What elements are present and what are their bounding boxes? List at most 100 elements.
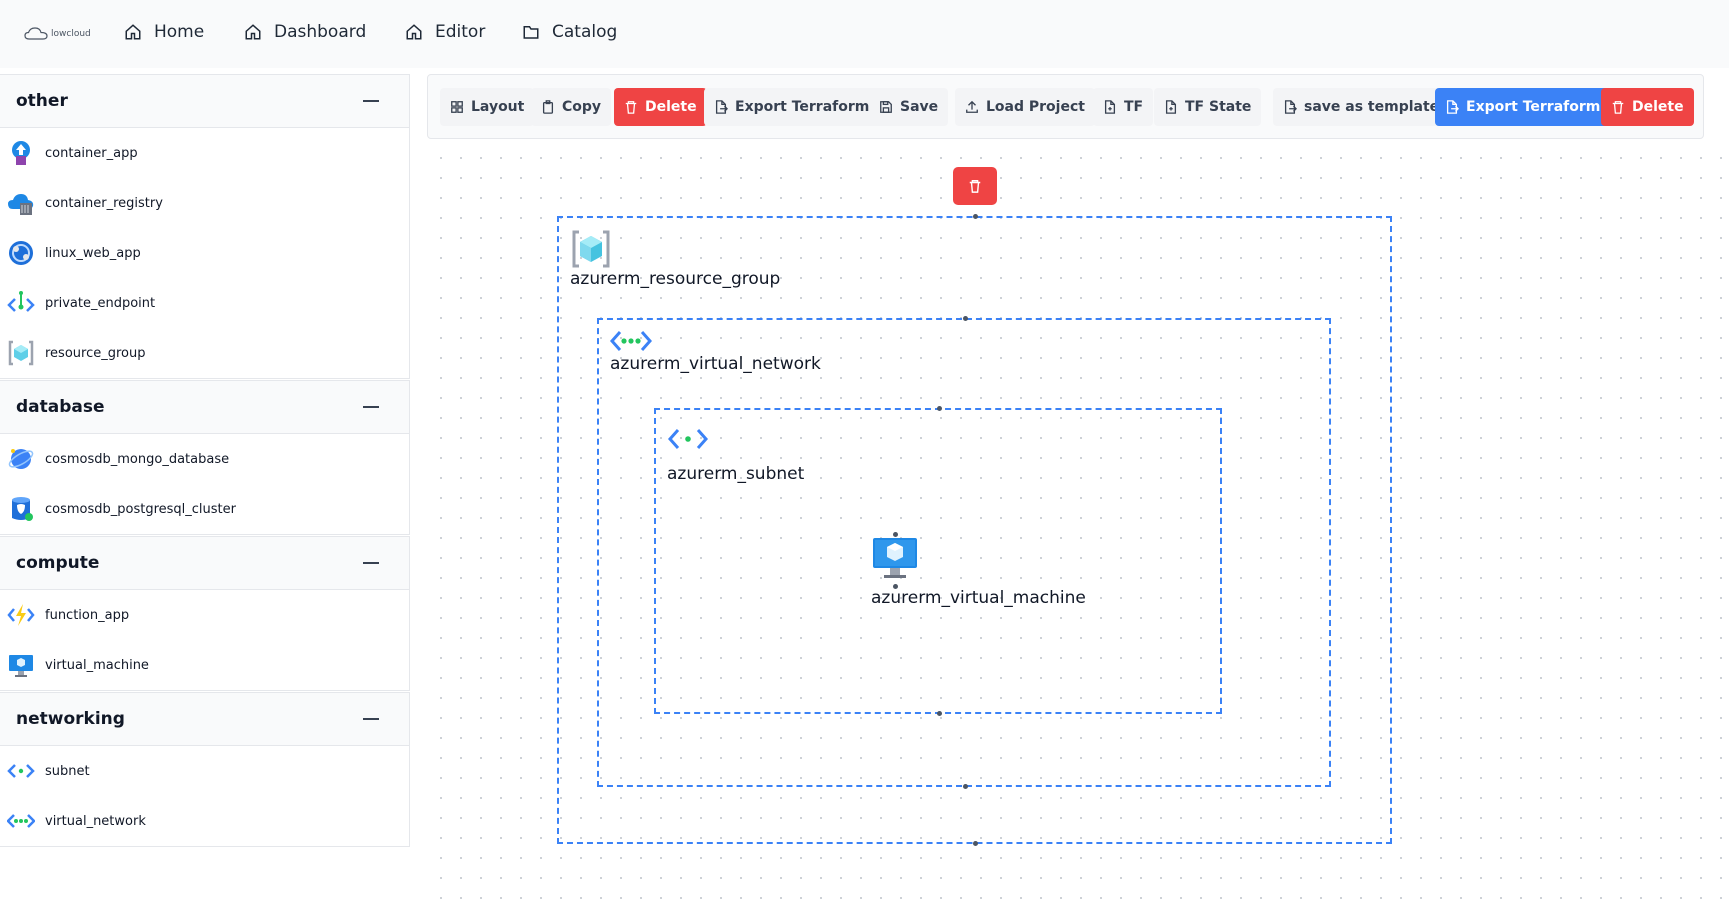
- nav-catalog[interactable]: Catalog: [522, 22, 617, 42]
- cosmosdb-icon: [6, 444, 36, 474]
- sidebar-item-label: cosmosdb_mongo_database: [45, 451, 230, 467]
- save-button[interactable]: Save: [869, 88, 949, 126]
- home-icon: [125, 24, 141, 40]
- save-as-template-button[interactable]: save as template: [1273, 88, 1450, 126]
- collapse-icon[interactable]: [363, 406, 379, 408]
- resource-group-icon: [6, 338, 36, 368]
- copy-button[interactable]: Copy: [531, 88, 612, 126]
- connection-handle[interactable]: [973, 841, 978, 846]
- file-export-icon: [715, 100, 728, 114]
- connection-handle[interactable]: [937, 406, 942, 411]
- group-header-database[interactable]: database: [0, 381, 409, 434]
- layout-label: Layout: [471, 99, 525, 115]
- sidebar-item-container-registry[interactable]: container_registry: [0, 178, 409, 228]
- tf-button[interactable]: TF: [1093, 88, 1154, 126]
- group-networking: networking subnet virtual_network: [0, 692, 410, 847]
- sidebar-item-cosmosdb-mongo-database[interactable]: cosmosdb_mongo_database: [0, 434, 409, 484]
- node-delete-button[interactable]: [953, 167, 997, 205]
- private-endpoint-icon: [6, 288, 36, 318]
- virtual-machine-icon: [871, 536, 919, 588]
- collapse-icon[interactable]: [363, 562, 379, 564]
- node-label: azurerm_virtual_machine: [871, 588, 1086, 608]
- group-title: compute: [16, 553, 100, 573]
- brand-name: lowcloud: [51, 29, 91, 39]
- sidebar-item-virtual-network[interactable]: virtual_network: [0, 796, 409, 846]
- sidebar-item-private-endpoint[interactable]: private_endpoint: [0, 278, 409, 328]
- sidebar-item-label: virtual_network: [45, 813, 146, 829]
- node-subnet[interactable]: azurerm_subnet: [654, 406, 1222, 716]
- sidebar-item-label: linux_web_app: [45, 245, 141, 261]
- export-terraform-button[interactable]: Export Terraform: [704, 88, 880, 126]
- sidebar-item-label: cosmosdb_postgresql_cluster: [45, 501, 237, 517]
- file-icon: [1165, 100, 1177, 114]
- nav-dashboard[interactable]: Dashboard: [244, 22, 366, 42]
- resource-group-icon: [571, 230, 611, 272]
- connection-handle[interactable]: [893, 532, 898, 537]
- connection-handle[interactable]: [937, 711, 942, 716]
- connection-handle[interactable]: [963, 316, 968, 321]
- web-app-icon: [6, 238, 36, 268]
- export-terraform-label: Export Terraform: [735, 99, 870, 115]
- sidebar-item-cosmosdb-postgresql-cluster[interactable]: cosmosdb_postgresql_cluster: [0, 484, 409, 534]
- sidebar-item-label: subnet: [45, 763, 90, 779]
- trash-icon: [1612, 101, 1624, 114]
- sidebar-item-resource-group[interactable]: resource_group: [0, 328, 409, 378]
- group-title: other: [16, 91, 68, 111]
- layout-button[interactable]: Layout: [440, 88, 535, 126]
- group-header-other[interactable]: other: [0, 75, 409, 128]
- collapse-icon[interactable]: [363, 100, 379, 102]
- sidebar-item-label: function_app: [45, 607, 130, 623]
- home-icon: [406, 24, 422, 40]
- file-icon: [1104, 100, 1116, 114]
- clipboard-icon: [542, 100, 554, 114]
- node-virtual-machine[interactable]: [871, 532, 919, 589]
- container-registry-icon: [6, 188, 36, 218]
- nav-catalog-label: Catalog: [552, 22, 618, 42]
- brand-logo[interactable]: lowcloud: [24, 27, 91, 41]
- sidebar-item-container-app[interactable]: container_app: [0, 128, 409, 178]
- folder-icon: [523, 26, 539, 39]
- copy-label: Copy: [562, 99, 602, 115]
- trash-icon: [969, 180, 981, 193]
- subnet-icon: [667, 427, 709, 455]
- tf-state-button[interactable]: TF State: [1154, 88, 1262, 126]
- sidebar-item-label: virtual_machine: [45, 657, 149, 673]
- node-label: azurerm_resource_group: [570, 269, 781, 289]
- group-header-networking[interactable]: networking: [0, 693, 409, 746]
- trash-icon: [625, 101, 637, 114]
- group-title: database: [16, 397, 105, 417]
- virtual-machine-icon: [6, 650, 36, 680]
- virtual-network-icon: [6, 806, 36, 836]
- grid-icon: [451, 101, 463, 113]
- delete-button-secondary[interactable]: Delete: [1601, 88, 1694, 126]
- virtual-network-icon: [609, 329, 653, 357]
- nav-editor-label: Editor: [435, 22, 486, 42]
- connection-handle[interactable]: [963, 784, 968, 789]
- connection-handle[interactable]: [973, 214, 978, 219]
- export-terraform-primary-button[interactable]: Export Terraform: [1435, 88, 1611, 126]
- editor-toolbar: Layout Copy Delete Export Terraform Save…: [427, 74, 1704, 139]
- group-header-compute[interactable]: compute: [0, 537, 409, 590]
- load-project-button[interactable]: Load Project: [955, 88, 1095, 126]
- file-export-icon: [1284, 100, 1297, 114]
- nav-editor[interactable]: Editor: [405, 22, 485, 42]
- sidebar-item-label: private_endpoint: [45, 295, 156, 311]
- delete-button[interactable]: Delete: [614, 88, 707, 126]
- collapse-icon[interactable]: [363, 718, 379, 720]
- save-as-template-label: save as template: [1304, 99, 1440, 115]
- home-icon: [245, 24, 261, 40]
- component-sidebar: other container_app container_registry l…: [0, 74, 410, 847]
- export-terraform-primary-label: Export Terraform: [1466, 99, 1601, 115]
- sidebar-item-subnet[interactable]: subnet: [0, 746, 409, 796]
- sidebar-item-function-app[interactable]: function_app: [0, 590, 409, 640]
- sidebar-item-linux-web-app[interactable]: linux_web_app: [0, 228, 409, 278]
- tf-label: TF: [1124, 99, 1144, 115]
- node-label: azurerm_virtual_network: [610, 354, 821, 374]
- top-navigation: lowcloud Home Dashboard Editor Catalog: [0, 0, 1729, 68]
- save-icon: [880, 101, 892, 113]
- upload-icon: [966, 100, 978, 113]
- sidebar-item-virtual-machine[interactable]: virtual_machine: [0, 640, 409, 690]
- nav-home[interactable]: Home: [124, 22, 204, 42]
- subnet-icon: [6, 756, 36, 786]
- group-database: database cosmosdb_mongo_database cosmosd…: [0, 380, 410, 535]
